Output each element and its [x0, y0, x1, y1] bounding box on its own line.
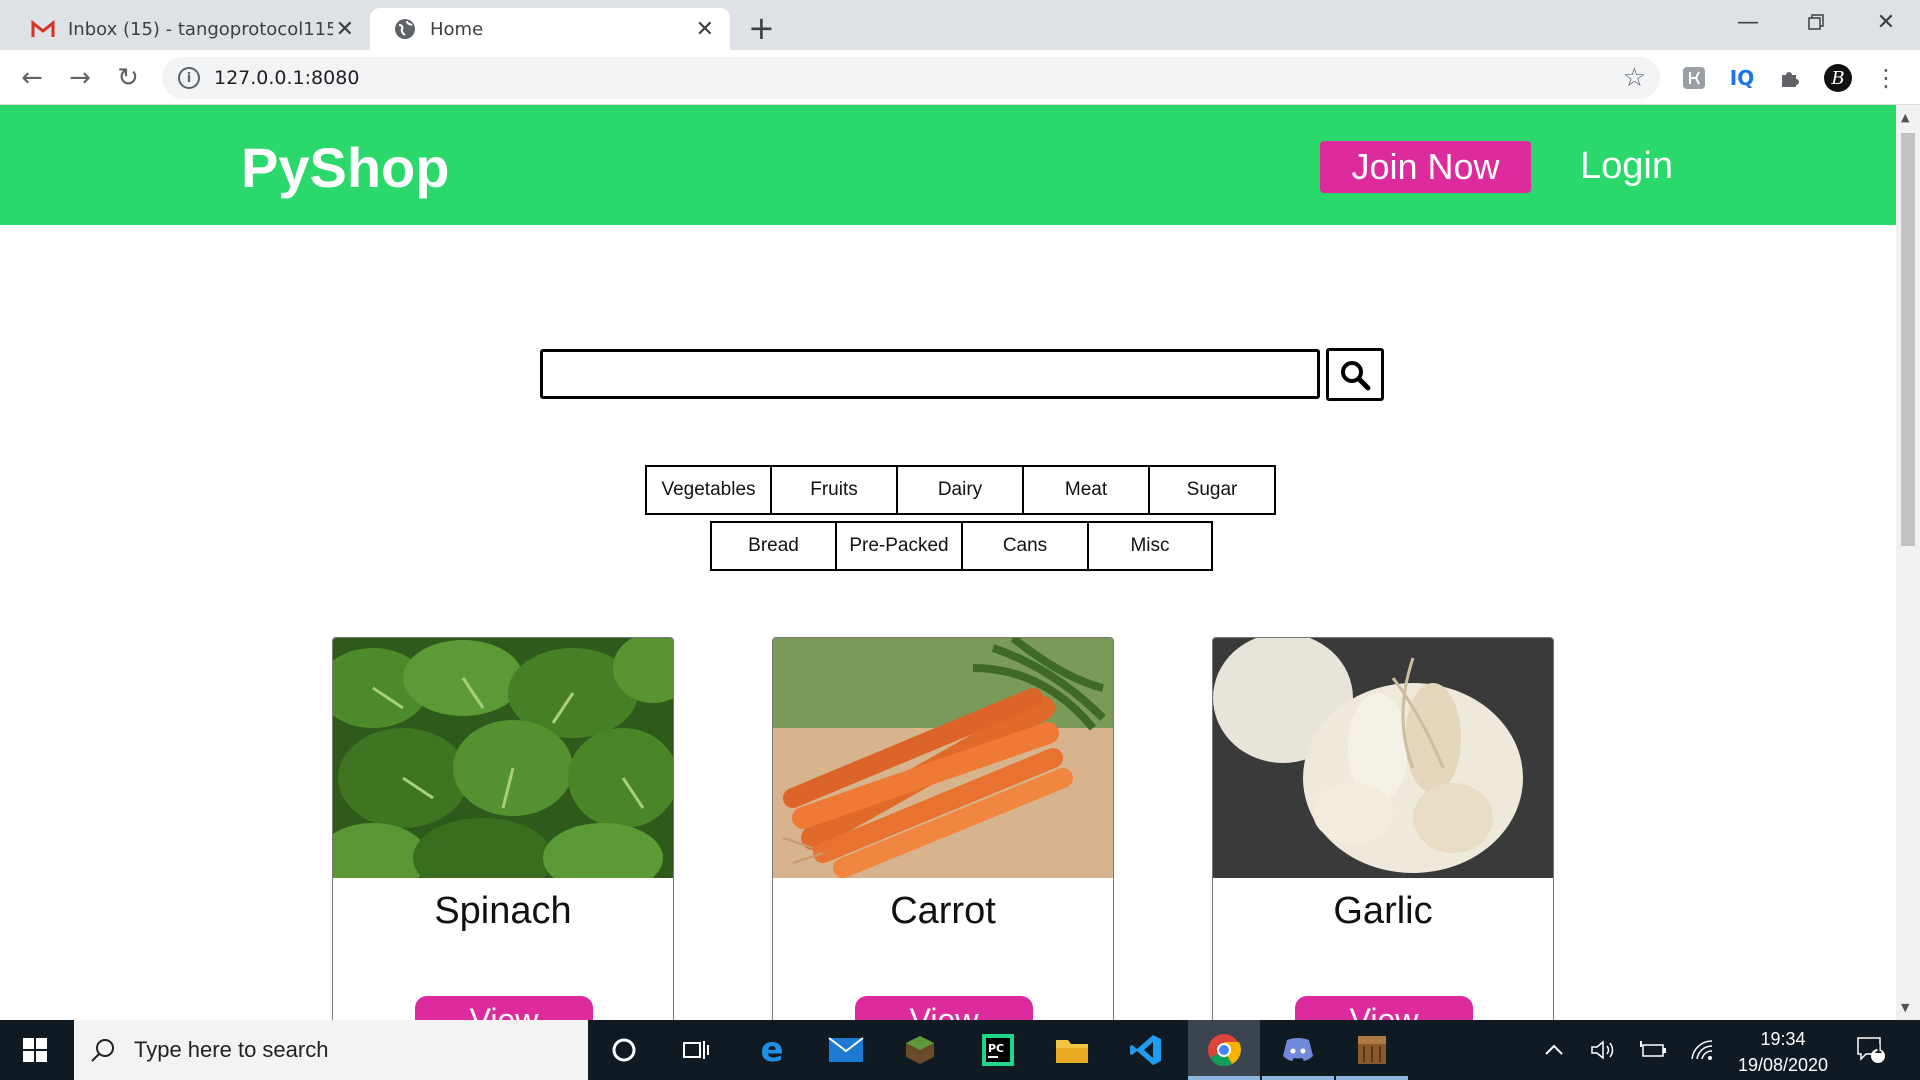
- volume-icon[interactable]: [1590, 1020, 1616, 1080]
- crafting-running-indicator: [1336, 1076, 1408, 1080]
- category-misc[interactable]: Misc: [1087, 521, 1213, 571]
- product-card-spinach: Spinach View: [332, 637, 674, 1020]
- category-dairy[interactable]: Dairy: [896, 465, 1024, 515]
- product-image: [333, 638, 673, 878]
- back-icon[interactable]: ←: [14, 60, 50, 96]
- search-input[interactable]: [540, 349, 1320, 399]
- product-name: Carrot: [890, 890, 996, 932]
- reload-icon[interactable]: ↻: [110, 60, 146, 96]
- product-card-carrot: Carrot View: [772, 637, 1114, 1020]
- scroll-up-icon[interactable]: ▲: [1901, 111, 1909, 124]
- globe-icon: [392, 18, 418, 40]
- forward-icon[interactable]: →: [62, 60, 98, 96]
- iq-extension-icon[interactable]: IQ: [1726, 62, 1758, 94]
- tab-strip: Inbox (15) - tangoprotocol115@ ✕ Home ✕ …: [0, 0, 1920, 50]
- login-link[interactable]: Login: [1580, 145, 1673, 188]
- taskbar-search-box[interactable]: Type here to search: [74, 1020, 588, 1080]
- chrome-running-indicator: [1188, 1076, 1260, 1080]
- svg-text:PC: PC: [988, 1042, 1004, 1055]
- wifi-icon[interactable]: [1690, 1020, 1716, 1080]
- close-tab-icon[interactable]: ✕: [696, 17, 714, 42]
- category-bread[interactable]: Bread: [710, 521, 837, 571]
- file-explorer-icon[interactable]: [1050, 1028, 1094, 1072]
- close-window-button[interactable]: ✕: [1856, 4, 1916, 40]
- svg-text:B: B: [1830, 68, 1844, 89]
- windows-logo-icon: [23, 1038, 47, 1062]
- category-meat[interactable]: Meat: [1022, 465, 1150, 515]
- clock-date: 19/08/2020: [1737, 1055, 1829, 1075]
- show-hidden-icons[interactable]: [1544, 1020, 1564, 1080]
- info-icon[interactable]: i: [178, 67, 200, 89]
- site-navbar: PyShop Join Now Login: [0, 105, 1896, 225]
- windows-taskbar: Type here to search e PC 19:34 19/08/202…: [0, 1020, 1920, 1080]
- taskbar-clock[interactable]: 19:34 19/08/2020: [1730, 1026, 1836, 1078]
- url-text: 127.0.0.1:8080: [214, 67, 360, 89]
- crafting-table-icon[interactable]: [1350, 1028, 1394, 1072]
- view-button[interactable]: View: [855, 996, 1033, 1020]
- product-name: Spinach: [434, 890, 572, 932]
- vscode-icon[interactable]: [1124, 1028, 1168, 1072]
- product-name: Garlic: [1333, 890, 1433, 932]
- scroll-down-icon[interactable]: ▼: [1901, 1001, 1909, 1014]
- product-image: [1213, 638, 1553, 878]
- product-image: [773, 638, 1113, 878]
- taskbar-search-placeholder: Type here to search: [134, 1037, 329, 1062]
- bookmark-star-icon[interactable]: ☆: [1623, 63, 1646, 93]
- close-tab-icon[interactable]: ✕: [336, 17, 354, 42]
- cortana-icon[interactable]: [602, 1028, 646, 1072]
- browser-toolbar: ← → ↻ i 127.0.0.1:8080 ☆ IQ B ⋮: [0, 50, 1920, 105]
- tab-home[interactable]: Home ✕: [370, 8, 730, 50]
- discord-icon[interactable]: [1276, 1028, 1320, 1072]
- restore-button[interactable]: [1786, 4, 1846, 40]
- gmail-icon: [30, 18, 56, 40]
- view-button[interactable]: View: [1295, 996, 1473, 1020]
- discord-running-indicator: [1262, 1076, 1334, 1080]
- view-button[interactable]: View: [415, 996, 593, 1020]
- edge-icon[interactable]: e: [750, 1028, 794, 1072]
- minecraft-icon[interactable]: [898, 1028, 942, 1072]
- scrollbar-thumb[interactable]: [1901, 133, 1915, 546]
- new-tab-button[interactable]: +: [748, 8, 775, 48]
- battery-icon[interactable]: [1640, 1020, 1668, 1080]
- category-vegetables[interactable]: Vegetables: [645, 465, 772, 515]
- notification-center-icon[interactable]: 1: [1856, 1020, 1886, 1080]
- address-bar[interactable]: i 127.0.0.1:8080 ☆: [162, 57, 1660, 99]
- web-page: PyShop Join Now Login Vegetables Fruits …: [0, 105, 1896, 1020]
- start-button[interactable]: [0, 1020, 70, 1080]
- task-view-icon[interactable]: [674, 1028, 718, 1072]
- chrome-icon[interactable]: [1202, 1028, 1246, 1072]
- mail-icon[interactable]: [824, 1028, 868, 1072]
- clock-time: 19:34: [1760, 1029, 1806, 1049]
- category-sugar[interactable]: Sugar: [1148, 465, 1276, 515]
- category-cans[interactable]: Cans: [961, 521, 1089, 571]
- notification-count: 1: [1874, 1042, 1883, 1056]
- search-icon: [1341, 360, 1371, 390]
- search-button[interactable]: [1326, 348, 1384, 401]
- profile-avatar-icon[interactable]: B: [1822, 62, 1854, 94]
- join-now-button[interactable]: Join Now: [1320, 141, 1531, 193]
- search-icon: [91, 1039, 114, 1062]
- vertical-scrollbar[interactable]: ▲ ▼: [1896, 105, 1920, 1020]
- tab-inbox[interactable]: Inbox (15) - tangoprotocol115@ ✕: [0, 8, 370, 50]
- product-card-garlic: Garlic View: [1212, 637, 1554, 1020]
- tab-title: Home: [430, 18, 484, 40]
- pycharm-icon[interactable]: PC: [976, 1028, 1020, 1072]
- puzzle-extensions-icon[interactable]: [1774, 62, 1806, 94]
- tab-title: Inbox (15) - tangoprotocol115@: [68, 18, 333, 40]
- category-pre-packed[interactable]: Pre-Packed: [835, 521, 963, 571]
- browser-chrome: Inbox (15) - tangoprotocol115@ ✕ Home ✕ …: [0, 0, 1920, 105]
- site-logo[interactable]: PyShop: [241, 135, 449, 200]
- minimize-button[interactable]: —: [1718, 4, 1778, 40]
- menu-icon[interactable]: ⋮: [1870, 62, 1902, 94]
- extension-icon[interactable]: [1678, 62, 1710, 94]
- category-fruits[interactable]: Fruits: [770, 465, 898, 515]
